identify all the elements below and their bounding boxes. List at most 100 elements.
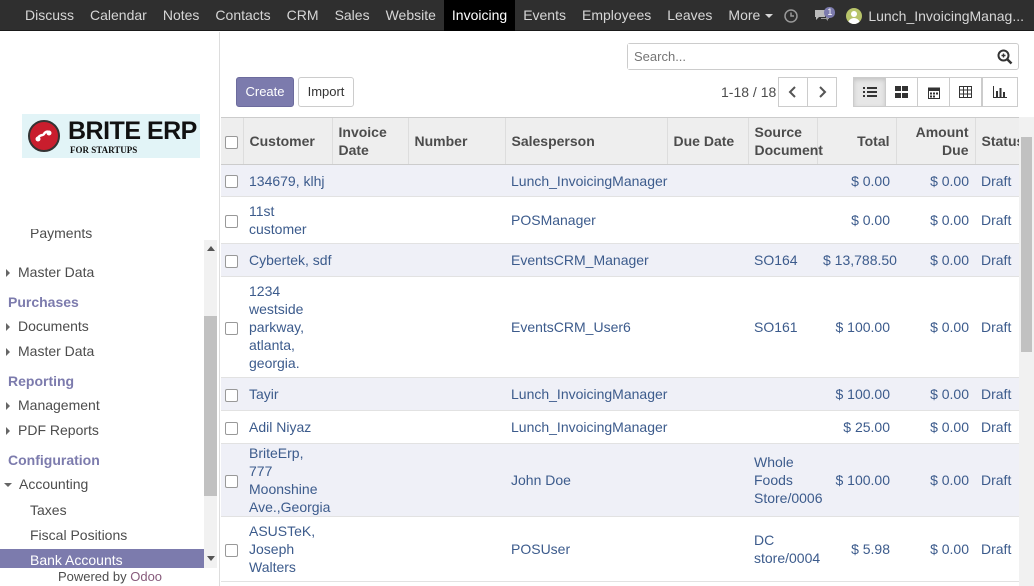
total-cell[interactable]: $ 0.00 (817, 164, 896, 197)
pivot-view-button[interactable] (949, 77, 982, 107)
customer-cell[interactable]: Cybertek, sdf (243, 243, 505, 277)
total-cell[interactable]: $ 5.98 (817, 516, 896, 582)
total-cell[interactable]: $ 25.00 (817, 410, 896, 444)
customer-cell[interactable]: Adil Niyaz (243, 410, 505, 444)
column-total[interactable]: Total (816, 117, 896, 165)
column-status[interactable]: Status (974, 117, 1019, 165)
menu-notes[interactable]: Notes (155, 0, 208, 31)
section-reporting[interactable]: Reporting (8, 373, 74, 389)
search-icon[interactable] (997, 49, 1013, 65)
create-button[interactable]: Create (236, 77, 294, 107)
menu-events[interactable]: Events (515, 0, 574, 31)
status-cell[interactable]: Draft (975, 243, 1019, 277)
total-cell[interactable]: $ 100.00 (817, 276, 896, 378)
scroll-up-icon[interactable] (207, 246, 215, 251)
menu-calendar[interactable]: Calendar (82, 0, 155, 31)
row-checkbox[interactable] (225, 543, 238, 557)
table-row[interactable]: 11st customer POSManager $ 0.00 $ 0.00 D… (221, 196, 1019, 244)
row-checkbox[interactable] (225, 254, 238, 268)
menu-sales[interactable]: Sales (327, 0, 378, 31)
menu-crm[interactable]: CRM (279, 0, 327, 31)
amount-due-cell[interactable]: $ 0.00 (896, 164, 975, 197)
amount-due-cell[interactable]: $ 0.00 (896, 410, 975, 444)
total-cell[interactable]: $ 13,788.50 (817, 243, 897, 277)
table-row[interactable]: ASUSTeK, Joseph Walters POSUser DC store… (221, 516, 1019, 582)
table-row[interactable]: BriteErp, 777 Moonshine Ave.,Georgia Joh… (221, 443, 1019, 517)
source-cell[interactable]: SO164 (748, 243, 817, 277)
sidebar-item-payments[interactable]: Payments (30, 229, 92, 245)
section-purchases[interactable]: Purchases (8, 294, 79, 310)
sidebar-item-documents[interactable]: Documents (0, 315, 89, 337)
graph-view-button[interactable] (982, 77, 1018, 107)
main-scrollbar-thumb[interactable] (1021, 137, 1032, 352)
salesperson-cell[interactable]: Lunch_InvoicingManager (505, 164, 667, 197)
menu-employees[interactable]: Employees (574, 0, 659, 31)
column-due-date[interactable]: Due Date (666, 117, 748, 165)
sidebar-item-taxes[interactable]: Taxes (30, 499, 67, 521)
sidebar-item-master-data[interactable]: Master Data (0, 261, 94, 283)
import-button[interactable]: Import (298, 77, 354, 107)
table-row[interactable]: 1234 westside parkway, atlanta, georgia.… (221, 276, 1019, 378)
salesperson-cell[interactable]: Lunch_InvoicingManager (505, 410, 667, 444)
messages-button[interactable]: 1 (814, 6, 836, 23)
amount-due-cell[interactable]: $ 0.00 (896, 443, 975, 517)
status-cell[interactable]: Draft (975, 443, 1019, 517)
salesperson-cell[interactable]: EventsCRM_Manager (505, 243, 667, 277)
row-checkbox[interactable] (225, 474, 238, 488)
status-cell[interactable]: Draft (975, 377, 1019, 411)
column-customer[interactable]: Customer (242, 117, 332, 165)
select-all-cell[interactable] (221, 117, 243, 165)
row-checkbox[interactable] (225, 175, 238, 189)
customer-cell[interactable]: BriteErp, 777 Moonshine Ave.,Georgia (243, 443, 332, 517)
salesperson-cell[interactable]: John Doe (505, 443, 667, 517)
salesperson-cell[interactable]: POSManager (505, 196, 667, 244)
total-cell[interactable]: $ 100.00 (817, 443, 896, 517)
row-select-cell[interactable] (221, 276, 243, 378)
customer-cell[interactable]: 134679, klhj (243, 164, 505, 197)
row-select-cell[interactable] (221, 164, 243, 197)
pager-next-button[interactable] (807, 77, 837, 107)
salesperson-cell[interactable]: EventsCRM_User6 (505, 276, 667, 378)
sidebar-item-pdf-reports[interactable]: PDF Reports (0, 419, 99, 441)
kanban-view-button[interactable] (885, 77, 918, 107)
total-cell[interactable]: $ 0.00 (817, 196, 896, 244)
salesperson-cell[interactable]: POSUser (505, 516, 667, 582)
customer-cell[interactable]: Tayir (243, 377, 505, 411)
menu-invoicing[interactable]: Invoicing (443, 0, 516, 31)
table-row[interactable]: Adil Niyaz Lunch_InvoicingManager $ 25.0… (221, 410, 1019, 444)
source-cell[interactable]: DC store/0004 (748, 516, 820, 582)
scroll-down-icon[interactable] (207, 556, 215, 561)
row-select-cell[interactable] (221, 516, 243, 582)
customer-cell[interactable]: ASUSTeK, Joseph Walters (243, 516, 332, 582)
search-input[interactable] (628, 44, 988, 69)
status-cell[interactable]: Draft (975, 276, 1019, 378)
column-amount-due[interactable]: Amount Due (895, 117, 975, 165)
sidebar-item-accounting[interactable]: Accounting (0, 473, 88, 495)
column-salesperson[interactable]: Salesperson (504, 117, 667, 165)
menu-contacts[interactable]: Contacts (207, 0, 278, 31)
section-configuration[interactable]: Configuration (8, 452, 100, 468)
pager-previous-button[interactable] (778, 77, 808, 107)
row-checkbox[interactable] (225, 388, 238, 402)
salesperson-cell[interactable]: Lunch_InvoicingManager (505, 377, 667, 411)
source-cell[interactable] (748, 164, 817, 197)
odoo-link[interactable]: Odoo (130, 569, 162, 584)
source-cell[interactable] (748, 377, 817, 411)
total-cell[interactable]: $ 100.00 (817, 377, 896, 411)
list-view-button[interactable] (853, 77, 886, 107)
status-cell[interactable]: Draft (975, 410, 1019, 444)
menu-leaves[interactable]: Leaves (659, 0, 720, 31)
sidebar-item-master-data-purchases[interactable]: Master Data (0, 340, 94, 362)
pager-value[interactable]: 1-18 / 18 (721, 84, 776, 100)
sidebar-item-fiscal-positions[interactable]: Fiscal Positions (30, 524, 127, 546)
clock-icon[interactable] (784, 8, 799, 23)
sidebar-scrollbar[interactable] (204, 240, 217, 570)
row-select-cell[interactable] (221, 377, 243, 411)
sidebar-scrollbar-thumb[interactable] (204, 316, 217, 496)
source-cell[interactable] (748, 410, 817, 444)
menu-more[interactable]: More (720, 0, 781, 31)
row-checkbox[interactable] (225, 321, 238, 335)
customer-cell[interactable]: 1234 westside parkway, atlanta, georgia. (243, 276, 332, 378)
status-cell[interactable]: Draft (975, 196, 1019, 244)
row-select-cell[interactable] (221, 243, 243, 277)
